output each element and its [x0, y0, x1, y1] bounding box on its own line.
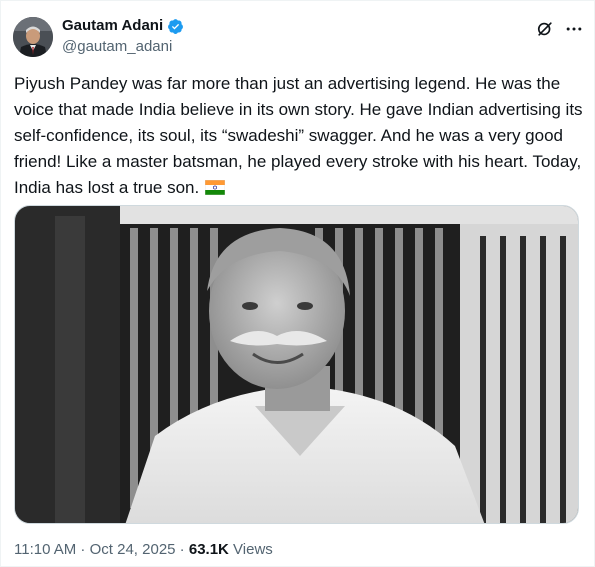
photo-image	[15, 206, 578, 523]
tweet-time[interactable]: 11:10 AM	[14, 541, 76, 558]
meta-separator: ·	[76, 541, 90, 558]
avatar[interactable]	[13, 17, 53, 57]
views-label: Views	[228, 541, 273, 558]
tweet-date[interactable]: Oct 24, 2025	[90, 541, 176, 558]
more-icon[interactable]	[564, 19, 584, 39]
tweet-text: Piyush Pandey was far more than just an …	[14, 71, 584, 201]
author-handle[interactable]: @gautam_adani	[62, 37, 172, 57]
views-count: 63.1K	[188, 541, 229, 558]
author-name[interactable]: Gautam Adani	[62, 16, 163, 36]
tweet-meta: 11:10 AM · Oct 24, 2025 · 63.1K Views	[14, 540, 273, 560]
verified-badge-icon	[168, 19, 183, 34]
meta-separator: ·	[175, 541, 189, 558]
india-flag-icon	[205, 180, 226, 195]
tweet-photo[interactable]	[14, 205, 579, 524]
tweet-text-body: Piyush Pandey was far more than just an …	[14, 74, 583, 197]
tweet-card: Gautam Adani @gautam_adani Piyush Pandey…	[0, 0, 595, 567]
grok-icon[interactable]	[535, 19, 555, 39]
